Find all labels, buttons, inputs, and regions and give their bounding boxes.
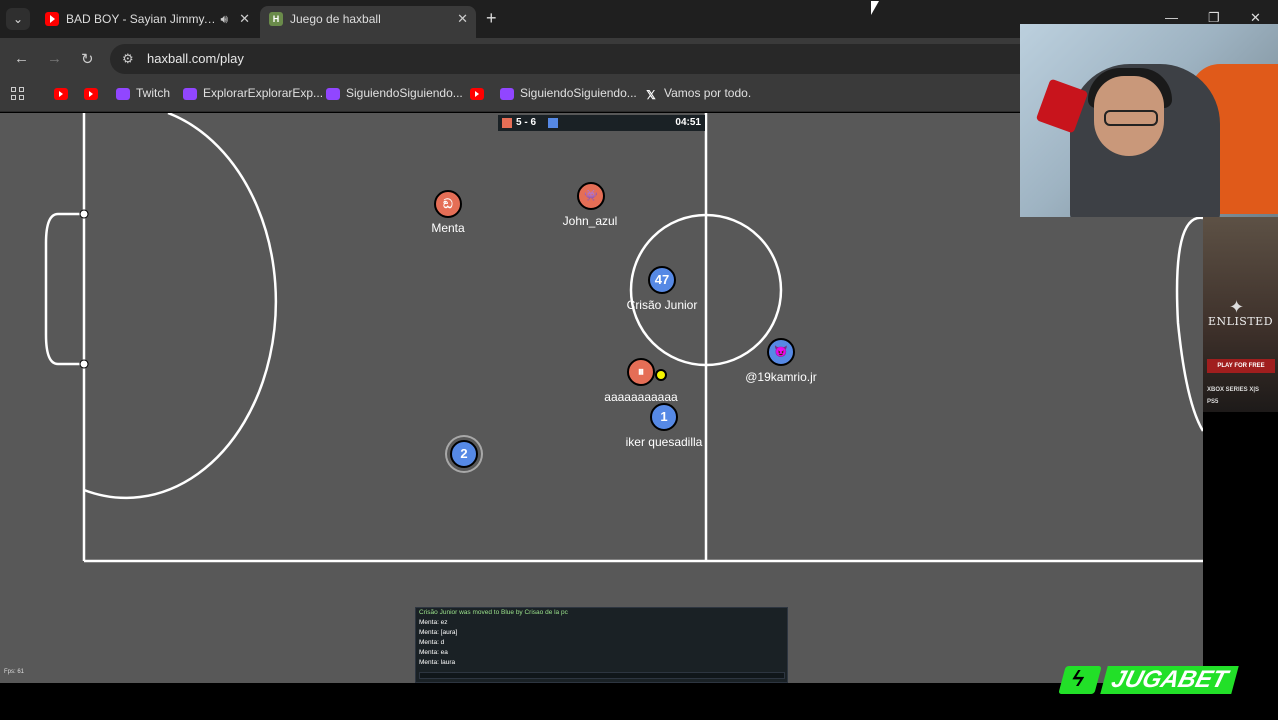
bookmark-siguiendo-2[interactable]: SiguiendoSiguiendo...: [500, 86, 637, 106]
player-menta: ඞ: [434, 190, 462, 218]
red-team-swatch: [502, 118, 512, 128]
tab-youtube[interactable]: BAD BOY - Sayian Jimmy, N 🔊︎ ✕: [36, 6, 258, 38]
goal-post: [79, 209, 89, 219]
left-goal: [44, 212, 84, 366]
chat-message: Menta: ea: [419, 649, 448, 656]
site-settings-icon[interactable]: ⚙︎: [122, 51, 134, 67]
player-name: Crisão Junior: [626, 298, 698, 312]
mouse-cursor-icon: [871, 1, 879, 15]
bookmark-youtube-2[interactable]: [84, 86, 104, 106]
youtube-icon: [54, 87, 68, 100]
tab-search-button[interactable]: ⌄: [6, 8, 30, 30]
ad-platform: PS5: [1207, 399, 1219, 405]
player-name: John_azul: [562, 214, 618, 228]
side-panel: [1203, 412, 1278, 683]
bookmark-youtube-1[interactable]: [54, 86, 74, 106]
tab-title: Juego de haxball: [290, 12, 381, 26]
chat-message: Menta: laura: [419, 659, 456, 666]
ball: [655, 369, 667, 381]
player-self: 2: [450, 440, 478, 468]
ad-brand: ENLISTED: [1207, 315, 1274, 328]
right-penalty-arc: [1175, 216, 1203, 432]
close-tab-icon[interactable]: ✕: [239, 6, 250, 32]
youtube-icon: [84, 87, 98, 100]
bookmark-youtube-3[interactable]: [470, 86, 490, 106]
x-icon: 𝕏: [646, 87, 656, 102]
chat-message: Menta: [aura]: [419, 629, 458, 636]
player-name: Menta: [431, 221, 465, 235]
bookmark-x[interactable]: 𝕏 Vamos por todo.: [644, 86, 751, 106]
forward-button[interactable]: →: [47, 50, 62, 67]
tab-haxball[interactable]: H Juego de haxball ✕: [260, 6, 476, 38]
apps-grid-icon[interactable]: [11, 87, 25, 101]
bookmark-siguiendo-1[interactable]: SiguiendoSiguiendo...: [326, 86, 463, 106]
sponsor-right: BET: [1175, 666, 1231, 693]
player-19kamrio: 😈: [767, 338, 795, 366]
minimize-button[interactable]: —: [1165, 10, 1178, 25]
player-name: @19kamrio.jr: [745, 370, 817, 384]
player-crisao-junior: 47: [648, 266, 676, 294]
url-text: haxball.com/play: [147, 51, 244, 66]
player-name: aaaaaaaaaaa: [604, 390, 678, 404]
reload-button[interactable]: ↻: [81, 50, 94, 68]
close-tab-icon[interactable]: ✕: [457, 6, 468, 32]
match-time: 04:51: [675, 117, 701, 128]
lightning-icon: [1058, 666, 1102, 694]
haxball-icon: H: [269, 12, 283, 26]
youtube-icon: [45, 12, 59, 26]
address-bar[interactable]: ⚙︎ haxball.com/play: [110, 44, 1160, 74]
back-button[interactable]: ←: [14, 50, 29, 67]
tab-title: BAD BOY - Sayian Jimmy, N: [66, 12, 216, 26]
score: 5 - 6: [516, 117, 537, 128]
twitch-icon: [116, 87, 130, 100]
chat-system-message: Crisão Junior was moved to Blue by Crisa…: [419, 609, 568, 616]
left-penalty-arc: [83, 113, 278, 500]
blue-team-swatch: [548, 118, 558, 128]
chat-message: Menta: ez: [419, 619, 448, 626]
twitch-icon: [326, 87, 340, 100]
sponsor-left: JUGA: [1108, 666, 1183, 693]
player-name: iker quesadilla: [625, 435, 703, 449]
player-aaaaaaaaaaa: ⏸: [627, 358, 655, 386]
player-john-azul: 👾: [577, 182, 605, 210]
chat-message: Menta: d: [419, 639, 445, 646]
twitch-icon: [500, 87, 514, 100]
bookmark-explorar[interactable]: ExplorarExplorarExp...: [183, 86, 323, 106]
chat-box: Crisão Junior was moved to Blue by Crisa…: [415, 607, 788, 683]
speaker-icon[interactable]: 🔊︎: [220, 6, 228, 32]
webcam-overlay: [1020, 24, 1278, 217]
youtube-icon: [470, 87, 484, 100]
enlisted-ad[interactable]: ✦ ENLISTED PLAY FOR FREE XBOX SERIES X|S…: [1203, 217, 1278, 412]
player-iker-quesadilla: 1: [650, 403, 678, 431]
ad-cta-button[interactable]: PLAY FOR FREE: [1207, 359, 1275, 373]
ad-platform: XBOX SERIES X|S: [1207, 387, 1260, 393]
twitch-icon: [183, 87, 197, 100]
goal-post: [79, 359, 89, 369]
scoreboard: 5 - 6 04:51: [498, 115, 705, 131]
bookmark-twitch[interactable]: Twitch: [116, 86, 170, 106]
new-tab-button[interactable]: +: [486, 8, 497, 29]
chat-input[interactable]: [419, 672, 785, 679]
fps-counter: Fps: 61: [4, 669, 25, 675]
